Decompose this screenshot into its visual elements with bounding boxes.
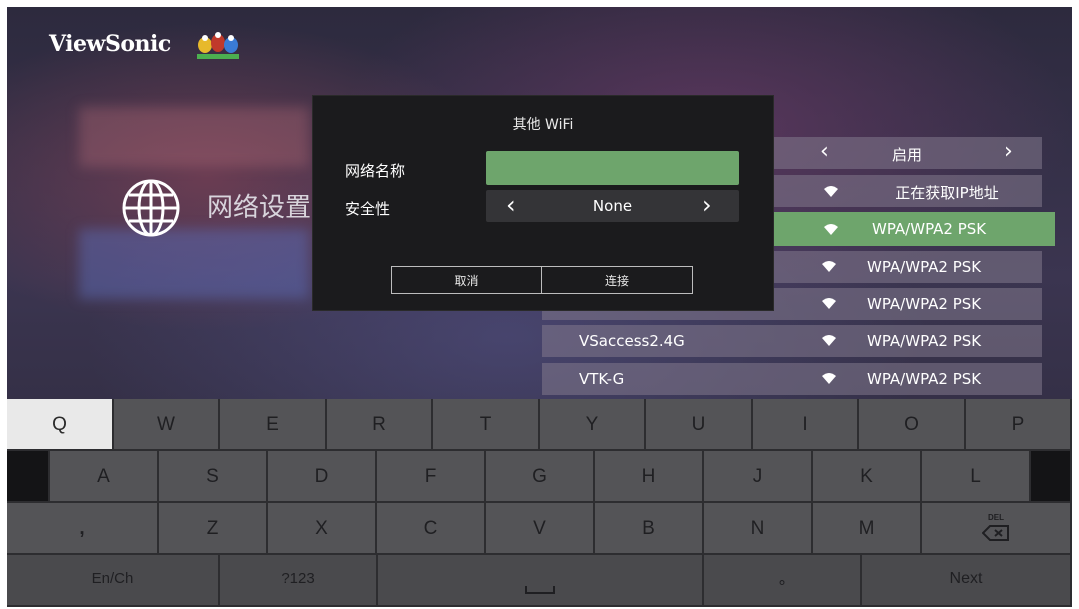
ip-status-row[interactable]: 正在获取IP地址	[772, 175, 1042, 207]
network-row-selected[interactable]: WPA/WPA2 PSK	[772, 212, 1055, 246]
ip-status-text: 正在获取IP地址	[895, 184, 999, 202]
other-wifi-dialog: 其他 WiFi 网络名称 安全性 ‹ None › 取消 连接	[312, 95, 774, 311]
network-row[interactable]: VSaccess2.4G WPA/WPA2 PSK	[542, 325, 1042, 357]
key-w[interactable]: W	[114, 399, 220, 451]
space-bar-icon	[525, 586, 555, 594]
enable-toggle-row[interactable]: ‹ 启用 ›	[772, 137, 1042, 169]
network-name-label: 网络名称	[345, 162, 406, 180]
key-j[interactable]: J	[704, 451, 813, 503]
key-v[interactable]: V	[486, 503, 595, 555]
enable-toggle-value: 启用	[891, 146, 922, 164]
network-security: WPA/WPA2 PSK	[872, 220, 987, 238]
wifi-icon	[822, 335, 836, 346]
next-key[interactable]: Next	[862, 555, 1072, 607]
backspace-icon	[982, 525, 1009, 541]
space-key[interactable]	[378, 555, 704, 607]
network-settings-title: 网络设置	[207, 193, 312, 223]
background-menu-tile	[79, 107, 309, 167]
on-screen-keyboard: Q W E R T Y U I O P A S D F G H J K L , …	[7, 399, 1072, 607]
security-label: 安全性	[345, 200, 391, 218]
key-n[interactable]: N	[704, 503, 813, 555]
wifi-icon	[822, 261, 836, 272]
background-menu-tile-selected	[79, 229, 309, 299]
network-security: WPA/WPA2 PSK	[867, 258, 982, 276]
viewsonic-logo: ViewSonic	[49, 31, 171, 57]
network-security: WPA/WPA2 PSK	[867, 370, 982, 388]
projector-screen: ViewSonic 网络设置 ‹ 启用 › 正在获取IP地址 WPA/WPA2 …	[7, 7, 1072, 607]
network-security: WPA/WPA2 PSK	[867, 295, 982, 313]
key-comma[interactable]: ,	[7, 503, 159, 555]
chevron-right-icon[interactable]: ›	[702, 191, 712, 219]
network-row[interactable]: VTK-G WPA/WPA2 PSK	[542, 363, 1042, 395]
key-z[interactable]: Z	[159, 503, 268, 555]
key-s[interactable]: S	[159, 451, 268, 503]
key-u[interactable]: U	[646, 399, 753, 451]
period-key[interactable]: ∘	[704, 555, 862, 607]
key-i[interactable]: I	[753, 399, 859, 451]
wifi-icon	[822, 298, 836, 309]
key-spacer	[1031, 451, 1072, 503]
key-q[interactable]: Q	[7, 399, 114, 451]
key-t[interactable]: T	[433, 399, 540, 451]
network-ssid: VSaccess2.4G	[579, 332, 685, 350]
network-ssid: VTK-G	[579, 370, 625, 388]
key-a[interactable]: A	[50, 451, 159, 503]
key-spacer	[7, 451, 50, 503]
connect-button[interactable]: 连接	[542, 266, 693, 294]
key-h[interactable]: H	[595, 451, 704, 503]
key-b[interactable]: B	[595, 503, 704, 555]
key-d[interactable]: D	[268, 451, 377, 503]
cancel-button[interactable]: 取消	[391, 266, 542, 294]
dialog-title: 其他 WiFi	[512, 117, 574, 133]
delete-label: DEL	[988, 513, 1004, 522]
chevron-right-icon[interactable]: ›	[1004, 139, 1013, 164]
key-p[interactable]: P	[966, 399, 1072, 451]
key-f[interactable]: F	[377, 451, 486, 503]
key-x[interactable]: X	[268, 503, 377, 555]
key-c[interactable]: C	[377, 503, 486, 555]
symbols-key[interactable]: ?123	[220, 555, 378, 607]
key-k[interactable]: K	[813, 451, 922, 503]
globe-icon	[122, 179, 180, 237]
wifi-icon	[824, 224, 838, 235]
wifi-icon	[822, 373, 836, 384]
viewsonic-birds-icon	[197, 32, 239, 59]
lang-switch-key[interactable]: En/Ch	[7, 555, 220, 607]
network-security: WPA/WPA2 PSK	[867, 332, 982, 350]
key-m[interactable]: M	[813, 503, 922, 555]
key-r[interactable]: R	[327, 399, 433, 451]
security-selector[interactable]: ‹ None ›	[486, 190, 739, 222]
delete-key[interactable]: DEL	[922, 503, 1072, 555]
network-name-input[interactable]	[486, 151, 739, 185]
key-y[interactable]: Y	[540, 399, 646, 451]
key-o[interactable]: O	[859, 399, 966, 451]
key-g[interactable]: G	[486, 451, 595, 503]
key-l[interactable]: L	[922, 451, 1031, 503]
key-e[interactable]: E	[220, 399, 327, 451]
